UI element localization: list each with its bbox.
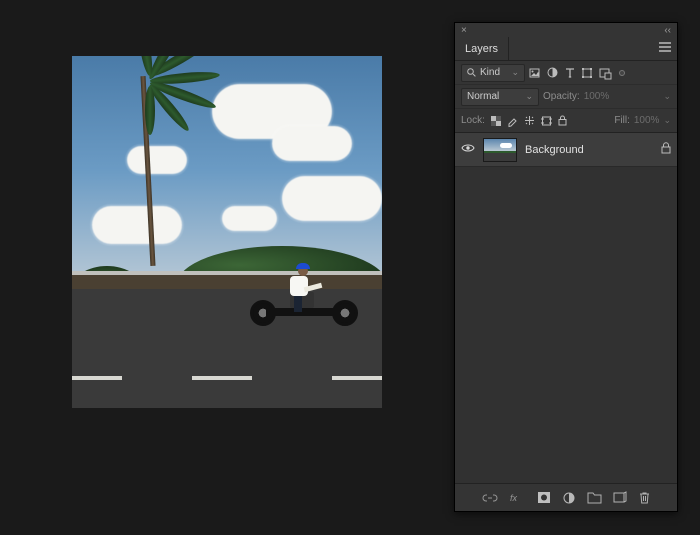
layer-fx-icon[interactable]: fx xyxy=(510,493,525,503)
visibility-toggle-icon[interactable] xyxy=(461,143,475,156)
layer-name[interactable]: Background xyxy=(525,144,653,156)
filter-adjustment-icon[interactable] xyxy=(547,67,558,78)
layers-panel: × ‹‹ Layers Kind ⌄ Normal ⌄ O xyxy=(454,22,678,512)
new-layer-icon[interactable] xyxy=(614,492,626,503)
fill-label: Fill: xyxy=(614,115,630,126)
delete-layer-icon[interactable] xyxy=(639,492,650,504)
layer-thumbnail[interactable] xyxy=(483,138,517,162)
lock-all-icon[interactable] xyxy=(558,115,567,126)
adjustment-layer-icon[interactable] xyxy=(563,492,575,504)
filter-kind-label: Kind xyxy=(480,67,500,78)
layer-list: Background xyxy=(455,133,677,483)
document-canvas[interactable] xyxy=(72,56,382,408)
lock-pixels-icon[interactable] xyxy=(507,115,518,126)
link-layers-icon[interactable] xyxy=(483,494,497,502)
new-group-icon[interactable] xyxy=(588,493,601,503)
panel-close-icon[interactable]: × xyxy=(461,25,467,36)
panel-collapse-icon[interactable]: ‹‹ xyxy=(664,25,671,36)
filter-type-icon[interactable] xyxy=(565,68,575,78)
lock-transparency-icon[interactable] xyxy=(491,116,501,126)
filter-pixel-icon[interactable] xyxy=(529,68,540,78)
lock-artboard-icon[interactable] xyxy=(541,116,552,126)
search-icon xyxy=(467,68,476,77)
chevron-down-icon: ⌄ xyxy=(525,91,533,102)
filter-toggle-icon[interactable] xyxy=(619,70,625,76)
chevron-down-icon[interactable]: ⌄ xyxy=(663,91,671,102)
layer-row[interactable]: Background xyxy=(455,133,677,167)
filter-shape-icon[interactable] xyxy=(582,68,592,78)
opacity-label: Opacity: xyxy=(543,91,580,102)
chevron-down-icon: ⌄ xyxy=(511,67,519,78)
opacity-value[interactable]: 100% xyxy=(584,91,610,102)
fill-value[interactable]: 100% xyxy=(634,115,660,126)
lock-label: Lock: xyxy=(461,115,485,126)
chevron-down-icon[interactable]: ⌄ xyxy=(663,115,671,126)
tab-layers[interactable]: Layers xyxy=(455,37,509,60)
panel-menu-icon[interactable] xyxy=(659,42,671,55)
tab-label: Layers xyxy=(465,43,498,55)
blend-mode-label: Normal xyxy=(467,91,499,102)
add-mask-icon[interactable] xyxy=(538,492,550,503)
blend-mode-select[interactable]: Normal ⌄ xyxy=(461,88,539,106)
svg-text:fx: fx xyxy=(510,493,518,503)
filter-smart-icon[interactable] xyxy=(599,68,610,78)
lock-icon[interactable] xyxy=(661,142,671,157)
lock-position-icon[interactable] xyxy=(524,115,535,126)
filter-kind-select[interactable]: Kind ⌄ xyxy=(461,64,525,82)
